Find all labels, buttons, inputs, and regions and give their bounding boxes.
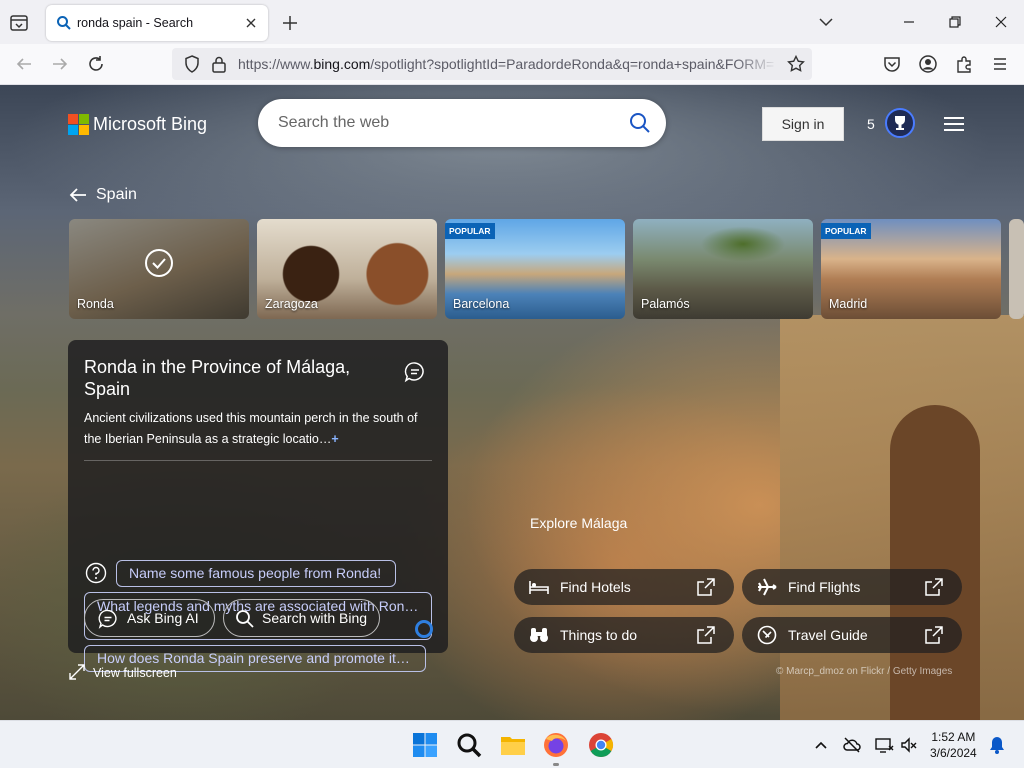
tab-title: ronda spain - Search [77,16,194,30]
clock-date: 3/6/2024 [930,746,977,760]
chrome-icon[interactable] [587,731,615,759]
rewards-trophy-icon[interactable] [885,108,915,138]
popular-badge: POPULAR [445,223,495,239]
external-link-icon [697,578,715,596]
lock-icon[interactable] [209,54,229,74]
firefox-icon[interactable] [542,731,570,759]
search-with-bing-button[interactable]: Search with Bing [223,599,380,637]
view-fullscreen-label: View fullscreen [93,666,177,680]
external-link-icon [925,578,943,596]
things-to-do-label: Things to do [560,627,638,643]
chevron-down-icon[interactable] [816,12,836,32]
external-link-icon [925,626,943,644]
suggested-question-1[interactable]: Name some famous people from Ronda! [116,560,396,587]
bookmark-star-icon[interactable] [786,54,806,74]
info-description: Ancient civilizations used this mountain… [84,411,418,446]
card-label: Madrid [829,297,868,311]
card-madrid[interactable]: POPULAR Madrid [821,219,1001,319]
find-hotels-button[interactable]: Find Hotels [514,569,734,605]
things-to-do-button[interactable]: Things to do [514,617,734,653]
binoculars-icon [530,628,548,642]
find-flights-button[interactable]: Find Flights [742,569,962,605]
card-zaragoza[interactable]: Zaragoza [257,219,437,319]
url-bar[interactable]: https://www.bing.com/spotlight?spotlight… [172,48,812,80]
system-clock[interactable]: 1:52 AM 3/6/2024 [930,729,977,761]
new-tab-icon[interactable] [279,12,301,34]
pocket-icon[interactable] [881,53,903,75]
search-favicon-icon [57,16,71,30]
card-label: Palamós [641,297,690,311]
card-label: Barcelona [453,297,510,311]
travel-guide-button[interactable]: Travel Guide [742,617,962,653]
minimize-icon[interactable] [897,10,921,34]
ask-bing-ai-button[interactable]: Ask Bing AI [84,599,215,637]
compass-icon [757,625,777,645]
card-next-partial[interactable] [1009,219,1024,319]
bing-spotlight-page: Microsoft Bing Sign in 5 Spain Ronda [0,85,1024,720]
close-window-icon[interactable] [989,10,1013,34]
question-icon [85,562,107,584]
windows-start-icon[interactable] [411,731,439,759]
restore-icon[interactable] [943,10,967,34]
card-barcelona[interactable]: POPULAR Barcelona [445,219,625,319]
menu-icon[interactable] [989,53,1011,75]
search-icon [236,610,254,628]
back-arrow-icon[interactable] [13,53,35,75]
chevron-up-icon[interactable] [811,735,831,755]
chat-icon[interactable] [403,360,427,384]
search-with-bing-label: Search with Bing [262,610,368,626]
expand-plus-icon[interactable]: + [331,432,338,446]
checkmark-icon [145,249,173,277]
search-icon[interactable] [455,731,483,759]
shield-icon[interactable] [182,54,202,74]
volume-muted-icon[interactable] [899,735,919,755]
loading-indicator-icon [415,620,433,638]
clock-time: 1:52 AM [931,730,976,744]
hamburger-menu-icon[interactable] [943,117,965,131]
taskbar: 1:52 AM 3/6/2024 [0,720,1024,768]
bed-icon [529,581,549,594]
sign-in-button[interactable]: Sign in [762,107,844,141]
url-text[interactable]: https://www.bing.com/spotlight?spotlight… [238,56,778,72]
tab-active[interactable]: ronda spain - Search [46,5,268,41]
extensions-icon[interactable] [953,53,975,75]
airplane-icon [758,578,777,596]
file-explorer-icon[interactable] [499,731,527,759]
card-ronda[interactable]: Ronda [69,219,249,319]
chat-icon [98,609,117,629]
notification-bell-icon[interactable] [987,735,1007,755]
tab-list-icon[interactable] [8,12,30,34]
explore-title: Explore Málaga [530,515,628,531]
card-palamos[interactable]: Palamós [633,219,813,319]
card-label: Zaragoza [265,297,318,311]
divider [84,460,432,461]
search-input[interactable] [278,111,618,135]
logo-text: Microsoft Bing [93,114,208,134]
find-hotels-label: Find Hotels [560,579,631,595]
browser-nav-bar: https://www.bing.com/spotlight?spotlight… [0,44,1024,85]
close-tab-icon[interactable] [242,14,260,32]
network-icon[interactable] [874,735,894,755]
breadcrumb-label: Spain [96,186,137,203]
popular-badge: POPULAR [821,223,871,239]
rewards-count[interactable]: 5 [867,116,875,132]
onedrive-offline-icon[interactable] [842,735,862,755]
search-box[interactable] [258,99,666,147]
find-flights-label: Find Flights [788,579,861,595]
travel-guide-label: Travel Guide [788,627,868,643]
expand-icon [69,664,85,680]
browser-tab-bar: ronda spain - Search [0,0,1024,44]
image-credit[interactable]: © Marcp_dmoz on Flickr / Getty Images [776,666,952,677]
active-app-indicator [553,763,559,766]
search-icon[interactable] [628,111,652,135]
ask-bing-ai-label: Ask Bing AI [127,610,199,626]
external-link-icon [697,626,715,644]
forward-arrow-icon[interactable] [49,53,71,75]
back-arrow-icon[interactable] [68,184,88,206]
reload-icon[interactable] [85,53,107,75]
card-label: Ronda [77,297,114,311]
account-icon[interactable] [917,53,939,75]
info-title: Ronda in the Province of Málaga, Spain [84,357,351,399]
